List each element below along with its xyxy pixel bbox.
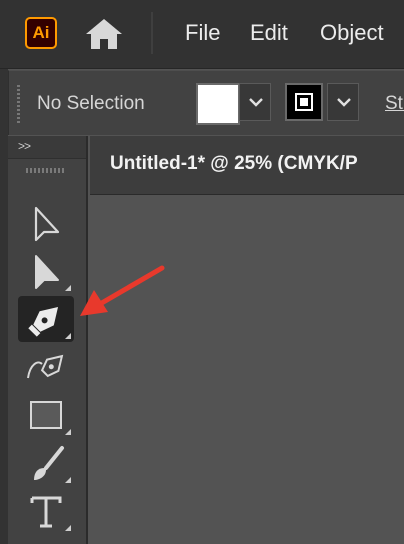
flyout-corner-icon xyxy=(65,477,71,483)
home-icon[interactable] xyxy=(84,17,124,51)
toolbar-grip[interactable] xyxy=(26,168,64,173)
document-tab[interactable]: Untitled-1* @ 25% (CMYK/P xyxy=(90,136,404,195)
rectangle-tool[interactable] xyxy=(18,392,74,438)
curvature-pen-icon xyxy=(27,354,64,379)
chevron-down-icon xyxy=(249,98,263,107)
menu-bar: Ai File Edit Object xyxy=(0,0,404,69)
menu-file[interactable]: File xyxy=(185,20,220,46)
app-logo: Ai xyxy=(25,17,57,49)
tools-panel: >> xyxy=(8,136,88,544)
control-bar-grip[interactable] xyxy=(17,85,20,123)
pen-tool[interactable] xyxy=(18,296,74,342)
stroke-color-swatch[interactable] xyxy=(285,83,323,121)
fill-color-swatch[interactable] xyxy=(196,83,240,125)
flyout-corner-icon xyxy=(65,429,71,435)
collapse-chevron-icon[interactable]: >> xyxy=(18,139,31,153)
paintbrush-tool[interactable] xyxy=(18,440,74,486)
flyout-corner-icon xyxy=(65,525,71,531)
artboard-canvas[interactable] xyxy=(90,195,404,544)
menu-object[interactable]: Object xyxy=(320,20,384,46)
left-gutter xyxy=(0,68,8,544)
selection-arrow-icon xyxy=(34,206,60,242)
selection-tool[interactable] xyxy=(18,200,74,246)
toolbar-collapse-strip[interactable]: >> xyxy=(8,136,86,159)
menu-separator xyxy=(151,12,153,54)
curvature-tool[interactable] xyxy=(18,344,74,390)
selection-status: No Selection xyxy=(37,93,145,114)
menu-edit[interactable]: Edit xyxy=(250,20,288,46)
control-bar: No Selection Str xyxy=(8,70,404,135)
fill-dropdown-button[interactable] xyxy=(239,83,271,121)
flyout-corner-icon xyxy=(65,333,71,339)
direct-selection-tool[interactable] xyxy=(18,248,74,294)
type-tool[interactable] xyxy=(18,488,74,534)
chevron-down-icon xyxy=(337,98,351,107)
stroke-square-icon xyxy=(295,93,313,111)
document-tab-title: Untitled-1* @ 25% (CMYK/P xyxy=(110,153,358,174)
stroke-label-link[interactable]: Str xyxy=(385,93,404,115)
stroke-dropdown-button[interactable] xyxy=(327,83,359,121)
annotation-arrow-icon xyxy=(80,265,165,316)
